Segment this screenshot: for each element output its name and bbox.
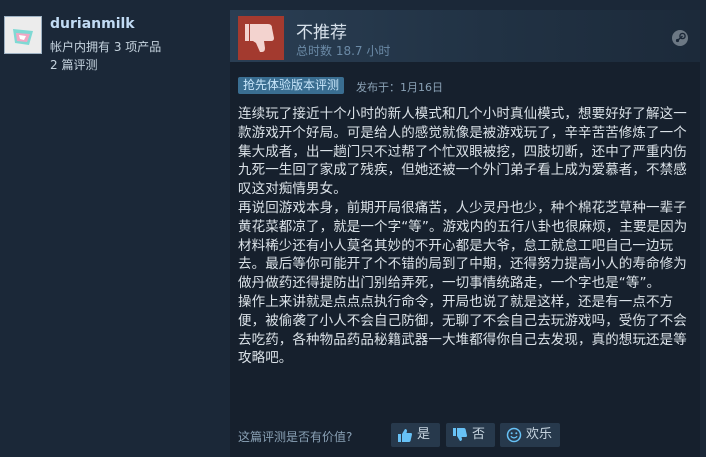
- thumbs-down-small-icon: [452, 427, 468, 452]
- thumbs-up-icon: [397, 427, 413, 452]
- steam-glyph-icon: [675, 32, 686, 43]
- review-body: 连续玩了接近十个小时的新人模式和几个小时真仙模式，想要好好了解这一款游戏开个好局…: [238, 105, 688, 368]
- avatar[interactable]: [4, 16, 42, 54]
- vote-no-label: 否: [472, 427, 486, 442]
- vote-funny-label: 欢乐: [526, 427, 553, 442]
- vote-yes-button[interactable]: 是: [391, 423, 440, 447]
- username[interactable]: durianmilk: [50, 16, 135, 32]
- thumbs-down-badge: [238, 16, 284, 60]
- review-paragraph: 操作上来讲就是点点点执行命令，开局也说了就是这样，还是有一点不方便，被偷袭了小人…: [238, 293, 687, 367]
- steam-logo-icon[interactable]: [672, 30, 688, 46]
- vote-yes-label: 是: [417, 427, 431, 442]
- early-access-badge: 抢先体验版本评测: [238, 77, 345, 94]
- review-paragraph: 连续玩了接近十个小时的新人模式和几个小时真仙模式，想要好好了解这一款游戏开个好局…: [238, 106, 687, 198]
- vote-no-button[interactable]: 否: [446, 423, 495, 447]
- avatar-image-icon: [5, 17, 41, 53]
- thumbs-down-icon: [245, 24, 274, 52]
- posted-date: 发布于：1月16日: [356, 81, 443, 94]
- smiley-icon: [506, 427, 522, 452]
- reviewer-panel: durianmilk 帐户内拥有 3 项产品 2 篇评测: [0, 0, 228, 457]
- playtime-hours: 总时数 18.7 小时: [296, 44, 391, 58]
- review-count[interactable]: 2 篇评测: [50, 56, 97, 73]
- review-paragraph: 再说回游戏本身，前期开局很痛苦，人少灵丹也少，种个棉花芝草种一辈子黄花菜都凉了，…: [238, 199, 688, 292]
- verdict-title[interactable]: 不推荐: [296, 18, 347, 43]
- products-owned[interactable]: 帐户内拥有 3 项产品: [50, 38, 161, 55]
- helpful-question: 这篇评测是否有价值?: [238, 430, 353, 444]
- vote-funny-button[interactable]: 欢乐: [500, 423, 560, 447]
